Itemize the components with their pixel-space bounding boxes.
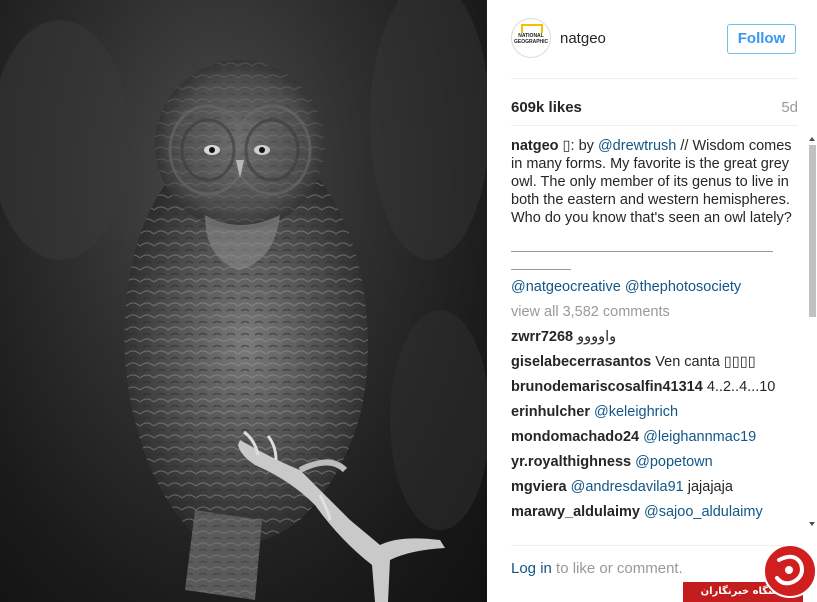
post-username[interactable]: natgeo (560, 30, 606, 47)
comment-username[interactable]: marawy_aldulaimy (511, 504, 640, 520)
caption-prefix: ▯: by (558, 138, 598, 154)
comment-text: 4..2..4...10 (702, 379, 776, 395)
natgeo-avatar[interactable]: NATIONAL GEOGRAPHIC (511, 18, 551, 58)
tag-thephotosociety[interactable]: @thephotosociety (625, 279, 741, 295)
post-details-panel: NATIONAL GEOGRAPHIC natgeo Follow 609k l… (487, 0, 817, 602)
comment-row: brunodemariscosalfin41314 4..2..4...10 (511, 378, 801, 396)
caption-tags: @natgeocreative @thephotosociety (511, 278, 801, 296)
comment-row: marawy_aldulaimy @sajoo_aldulaimy (511, 503, 801, 521)
comment-row: zwrr7268 واوووو (511, 328, 801, 346)
post-time[interactable]: 5d (781, 99, 798, 116)
comment-mention[interactable]: @sajoo_aldulaimy (640, 504, 763, 520)
caption-separator-short (511, 269, 571, 270)
comment-username[interactable]: giselabecerrasantos (511, 354, 651, 370)
comment-mention[interactable]: @leighannmac19 (639, 429, 756, 445)
comment-row: mondomachado24 @leighannmac19 (511, 428, 801, 446)
post-caption: natgeo ▯: by @drewtrush // Wisdom comes … (511, 137, 801, 227)
caption-username[interactable]: natgeo (511, 138, 559, 154)
caption-mention[interactable]: @drewtrush (598, 138, 676, 154)
natgeo-logo-icon (521, 24, 543, 33)
comment-text: واوووو (573, 329, 617, 345)
comment-row: yr.royalthighness @popetown (511, 453, 801, 471)
comments-scroll-area[interactable]: natgeo ▯: by @drewtrush // Wisdom comes … (511, 137, 801, 534)
scroll-up-arrow-icon[interactable] (809, 137, 815, 141)
comment-username[interactable]: mgviera (511, 479, 567, 495)
scrollbar-thumb[interactable] (809, 145, 816, 317)
comment-text: Ven canta ▯▯▯▯ (651, 354, 756, 370)
login-prompt: Log in to like or comment. (511, 560, 683, 577)
comment-username[interactable]: erinhulcher (511, 404, 590, 420)
comment-username[interactable]: zwrr7268 (511, 329, 573, 345)
follow-button[interactable]: Follow (727, 24, 796, 54)
login-rest-text: to like or comment. (551, 560, 683, 577)
comment-row: erinhulcher @keleighrich (511, 403, 801, 421)
comment-mention[interactable]: @popetown (631, 454, 713, 470)
comment-mention[interactable]: @andresdavila91 (567, 479, 684, 495)
tag-natgeocreative[interactable]: @natgeocreative (511, 279, 621, 295)
watermark-logo: باشگاه خبرنگاران (683, 544, 817, 602)
comment-mention[interactable]: @keleighrich (590, 404, 678, 420)
comment-username[interactable]: yr.royalthighness (511, 454, 631, 470)
stats-divider (511, 125, 798, 126)
comments-scrollbar[interactable] (809, 137, 816, 534)
comment-row: mgviera @andresdavila91 jajajaja (511, 478, 801, 496)
comment-username[interactable]: brunodemariscosalfin41314 (511, 379, 703, 395)
owl-photo-illustration (0, 0, 487, 602)
comment-text: jajajaja (683, 479, 733, 495)
post-photo[interactable] (0, 0, 487, 602)
post-header: NATIONAL GEOGRAPHIC natgeo Follow (487, 0, 817, 78)
avatar-logo-text: NATIONAL GEOGRAPHIC (514, 33, 549, 45)
comment-username[interactable]: mondomachado24 (511, 429, 639, 445)
likes-count[interactable]: 609k likes (511, 99, 582, 116)
scroll-down-arrow-icon[interactable] (809, 522, 815, 526)
comment-list: zwrr7268 واوووو giselabecerrasantos Ven c… (511, 328, 801, 521)
login-link[interactable]: Log in (511, 560, 552, 577)
comment-row: giselabecerrasantos Ven canta ▯▯▯▯ (511, 353, 801, 371)
watermark-emblem-icon (763, 544, 817, 598)
caption-separator-line (511, 251, 773, 252)
view-all-comments-link[interactable]: view all 3,582 comments (511, 303, 801, 321)
header-divider (511, 78, 798, 79)
